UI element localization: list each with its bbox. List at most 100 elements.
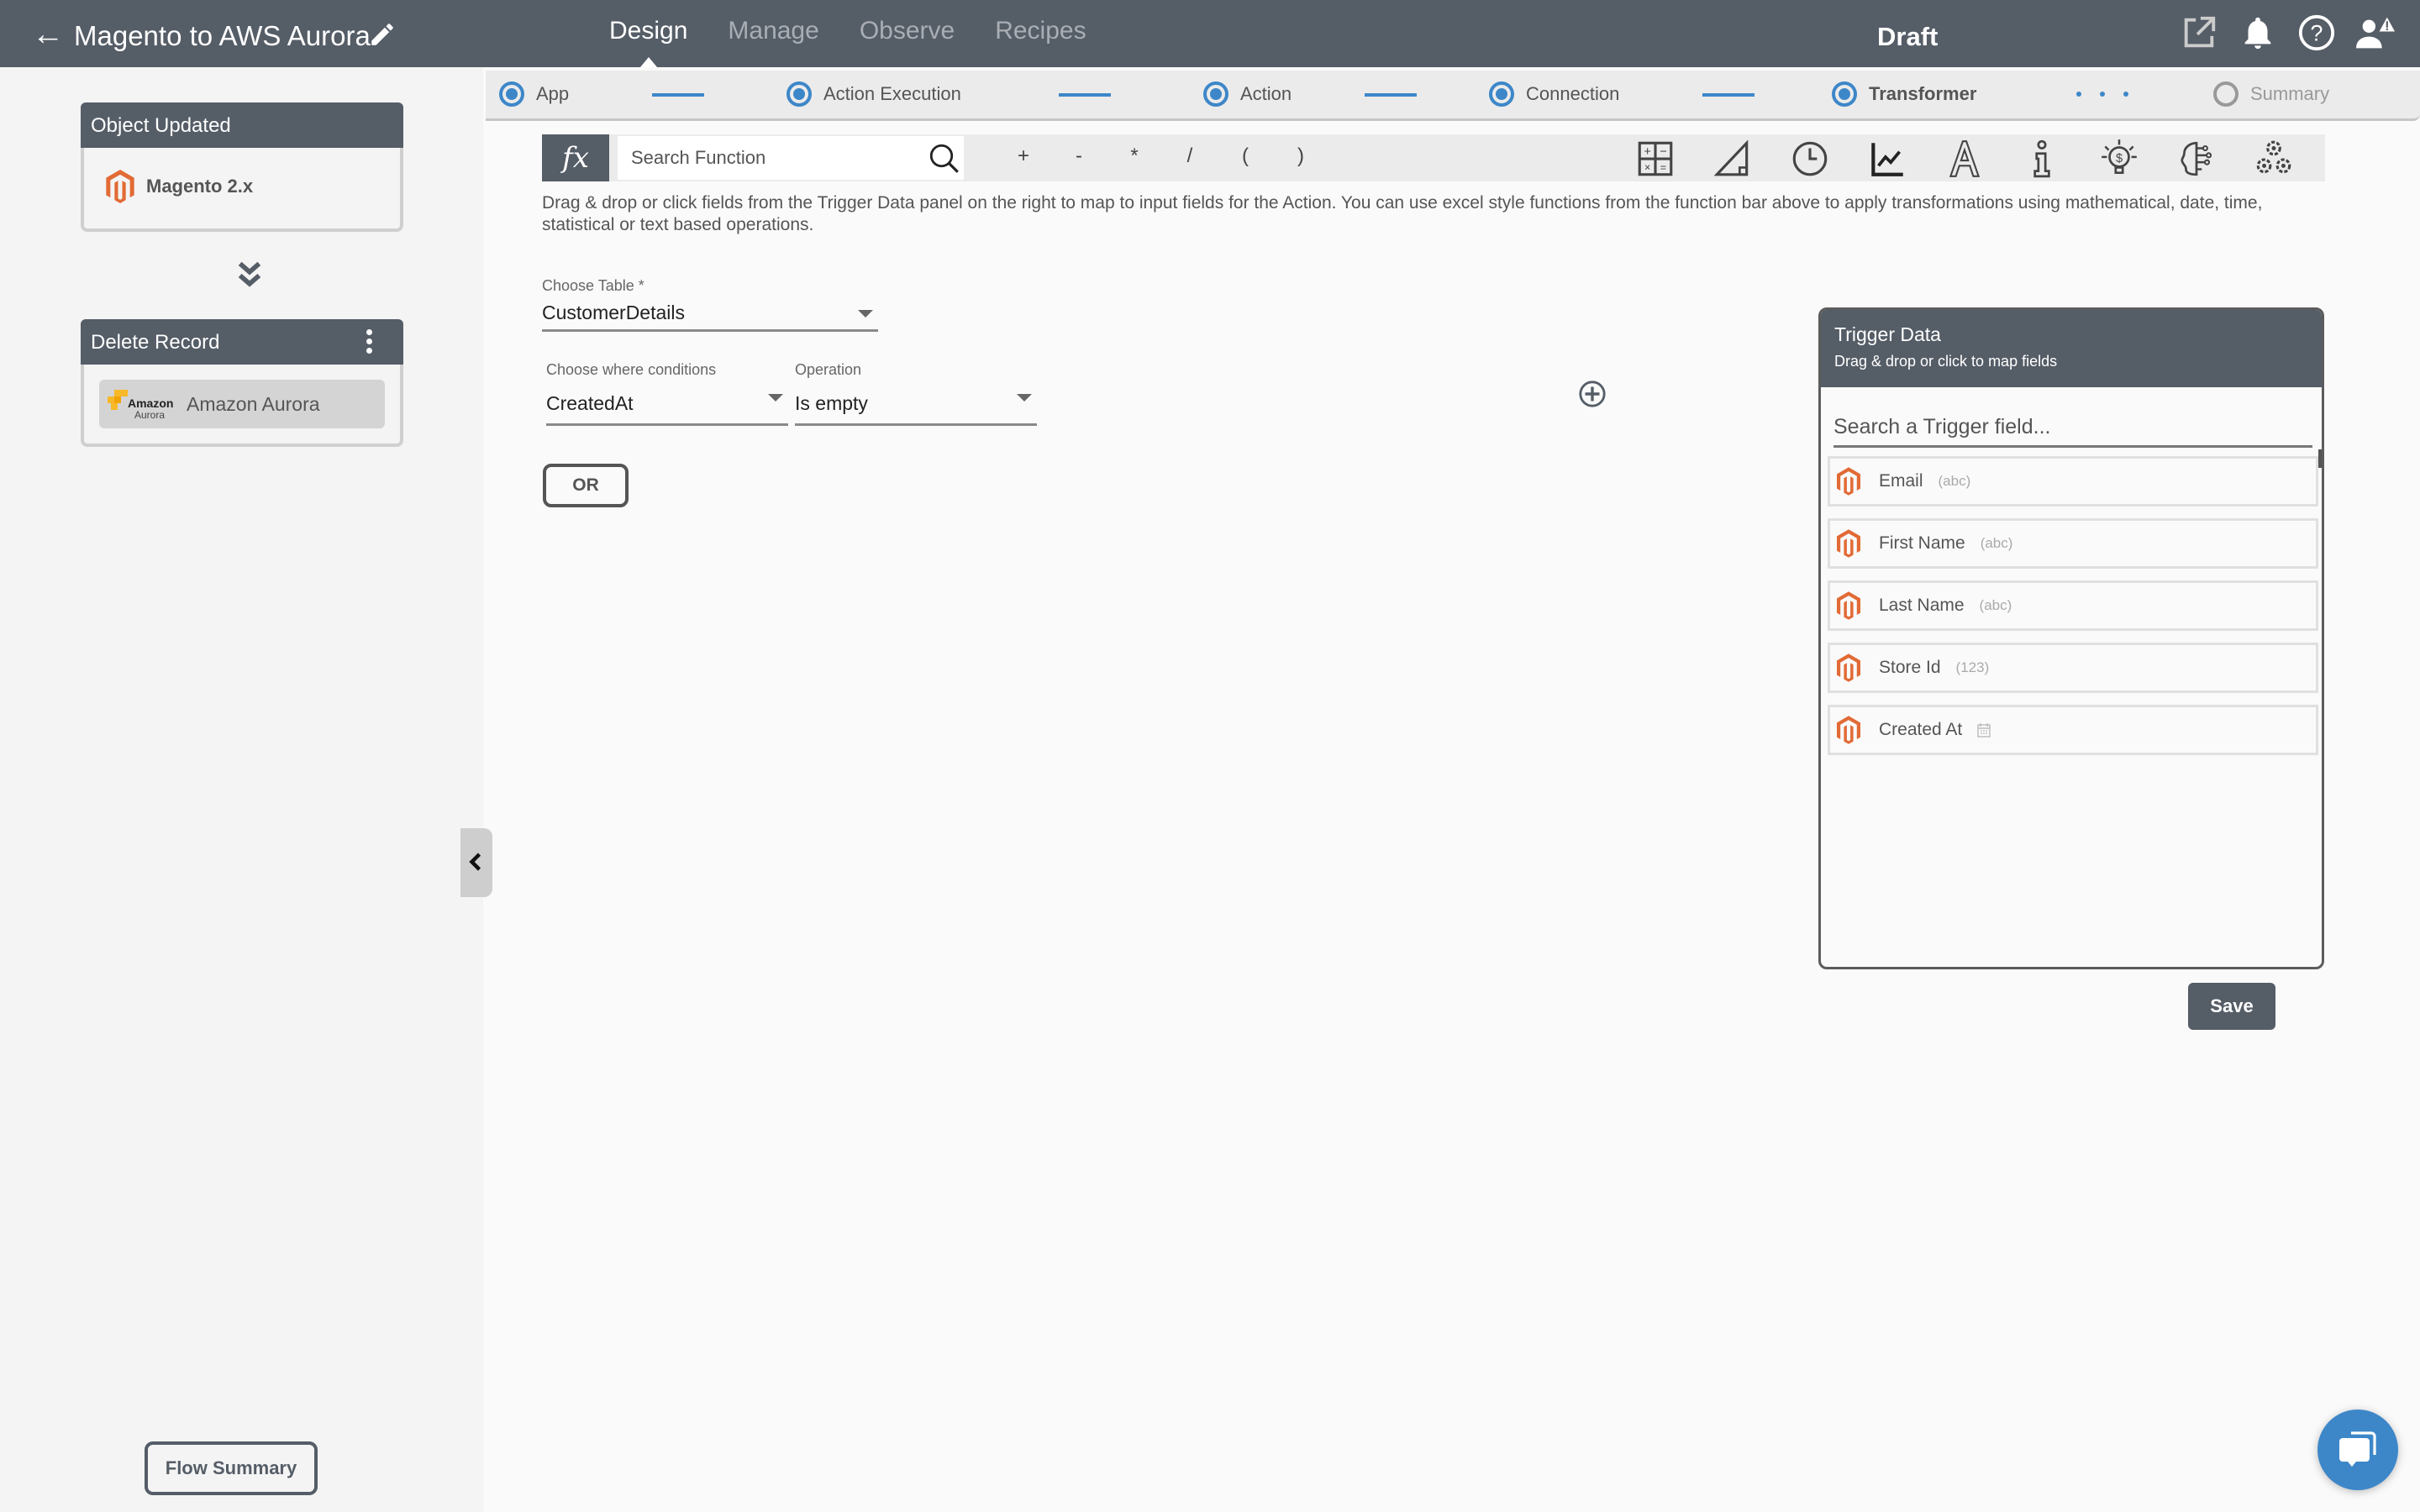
plus-circle-icon[interactable] (1578, 380, 1607, 408)
operation-label: Operation (795, 361, 862, 378)
or-condition-button[interactable]: OR (543, 464, 629, 507)
step-connection[interactable]: Connection (1489, 81, 1619, 107)
dropdown-caret-icon (1017, 394, 1032, 402)
step-app[interactable]: App (499, 81, 569, 107)
function-categories: + − × = $ (1634, 138, 2295, 180)
operator-divide[interactable]: / (1162, 144, 1218, 168)
step-check-icon (786, 81, 812, 107)
main-nav: Design Manage Observe Recipes (609, 17, 1086, 45)
step-action[interactable]: Action (1203, 81, 1292, 107)
trigger-data-panel: Trigger Data Drag & drop or click to map… (1818, 307, 2324, 969)
collapse-sidebar-button[interactable] (460, 828, 492, 897)
step-connector (1702, 93, 1754, 97)
step-check-icon (1203, 81, 1228, 107)
field-type-badge: (abc) (1979, 597, 2012, 613)
trigger-panel-subtitle: Drag & drop or click to map fields (1834, 353, 2058, 370)
user-alert-icon[interactable] (2356, 13, 2395, 52)
field-type-badge: (abc) (1938, 473, 1971, 489)
amazon-aurora-logo-icon: Amazon Aurora (104, 383, 182, 425)
chat-bubble-icon (2339, 1431, 2376, 1467)
operator-plus[interactable]: + (996, 144, 1051, 168)
trigger-panel-title: Trigger Data (1834, 323, 1941, 345)
svg-text:=: = (1660, 162, 1666, 174)
function-bar: fx + - * / ( ) +−×= $ (542, 134, 2325, 181)
bell-icon[interactable] (2238, 13, 2277, 52)
trigger-card-title: Object Updated (81, 102, 403, 148)
tab-design[interactable]: Design (609, 17, 687, 45)
choose-table-select[interactable]: CustomerDetails (542, 302, 878, 332)
search-icon[interactable] (927, 141, 962, 176)
calendar-icon (1977, 723, 1991, 738)
pencil-icon[interactable] (368, 20, 397, 49)
operation-select[interactable]: Is empty (795, 386, 1037, 426)
trigger-card[interactable]: Object Updated Magento 2.x (81, 102, 403, 232)
operator-multiply[interactable]: * (1107, 144, 1162, 168)
step-connector (652, 93, 704, 97)
header-actions: ? (2180, 13, 2395, 52)
trigger-field-created-at[interactable]: Created At (1828, 705, 2318, 755)
action-card[interactable]: Delete Record Amazon Aurora Amazon Auror… (81, 319, 403, 447)
action-card-title: Delete Record (91, 331, 220, 354)
field-type-badge: (abc) (1980, 535, 2013, 551)
step-transformer[interactable]: Transformer (1832, 81, 1976, 107)
operator-buttons: + - * / ( ) (996, 144, 1328, 168)
finance-bulb-icon[interactable]: $ (2098, 138, 2140, 180)
statistics-chart-icon[interactable] (1866, 138, 1908, 180)
field-type-badge: (123) (1955, 659, 1990, 675)
math-icon[interactable]: + −× = (1634, 138, 1676, 180)
help-icon[interactable]: ? (2297, 13, 2336, 52)
svg-text:$: $ (2116, 152, 2123, 165)
trigger-list-scrollbar[interactable] (2318, 449, 2322, 468)
mapping-help-text: Drag & drop or click fields from the Tri… (542, 193, 2263, 234)
step-check-icon (1489, 81, 1514, 107)
step-summary[interactable]: Summary (2213, 81, 2329, 107)
dropdown-caret-icon (858, 310, 873, 318)
fx-button[interactable]: fx (542, 134, 609, 181)
function-search-input[interactable] (618, 136, 964, 180)
external-link-icon[interactable] (2180, 13, 2218, 52)
svg-text:×: × (1644, 162, 1650, 174)
kebab-menu-icon[interactable] (365, 329, 373, 354)
settings-gears-icon[interactable] (2253, 138, 2295, 180)
save-button[interactable]: Save (2188, 983, 2275, 1030)
chat-support-button[interactable] (2317, 1410, 2398, 1490)
trigger-field-store-id[interactable]: Store Id (123) (1828, 643, 2318, 693)
trigger-field-search-input[interactable] (1833, 409, 2312, 448)
arrow-left-icon[interactable]: ← (32, 17, 64, 53)
flow-summary-button[interactable]: Flow Summary (145, 1441, 318, 1495)
choose-table-label: Choose Table * (542, 277, 644, 294)
dropdown-caret-icon (768, 394, 783, 402)
step-action-execution[interactable]: Action Execution (786, 81, 961, 107)
magento-logo-icon (1837, 716, 1860, 744)
where-condition-select[interactable]: CreatedAt (546, 386, 788, 426)
text-icon[interactable] (1944, 138, 1986, 180)
action-app[interactable]: Amazon Aurora Amazon Aurora (99, 380, 385, 428)
operator-close-paren[interactable]: ) (1273, 144, 1328, 168)
chevron-left-icon (469, 853, 481, 871)
info-icon[interactable] (2021, 138, 2063, 180)
top-bar: ← Magento to AWS Aurora Design Manage Ob… (0, 0, 2420, 67)
magento-logo-icon (1837, 591, 1860, 620)
svg-text:?: ? (2311, 21, 2323, 46)
operator-open-paren[interactable]: ( (1218, 144, 1273, 168)
trigger-field-email[interactable]: Email (abc) (1828, 456, 2318, 507)
ai-brain-icon[interactable] (2175, 138, 2217, 180)
svg-text:+: + (1644, 145, 1651, 159)
operator-minus[interactable]: - (1051, 144, 1107, 168)
trigger-app-name: Magento 2.x (146, 176, 254, 197)
clock-icon[interactable] (1789, 138, 1831, 180)
trigger-field-first-name[interactable]: First Name (abc) (1828, 518, 2318, 569)
operation-field: Operation Is empty (795, 361, 1037, 426)
step-connector (1059, 93, 1111, 97)
tab-recipes[interactable]: Recipes (995, 17, 1086, 45)
trigger-panel-header: Trigger Data Drag & drop or click to map… (1821, 310, 2322, 387)
flow-title: Magento to AWS Aurora (74, 20, 371, 51)
svg-text:−: − (1660, 145, 1667, 159)
step-check-icon (1832, 81, 1857, 107)
tab-observe[interactable]: Observe (860, 17, 955, 45)
trigonometry-icon[interactable] (1712, 138, 1754, 180)
tab-manage[interactable]: Manage (728, 17, 818, 45)
trigger-app: Magento 2.x (84, 148, 400, 225)
step-connector-pending (2076, 92, 2128, 97)
trigger-field-last-name[interactable]: Last Name (abc) (1828, 580, 2318, 631)
